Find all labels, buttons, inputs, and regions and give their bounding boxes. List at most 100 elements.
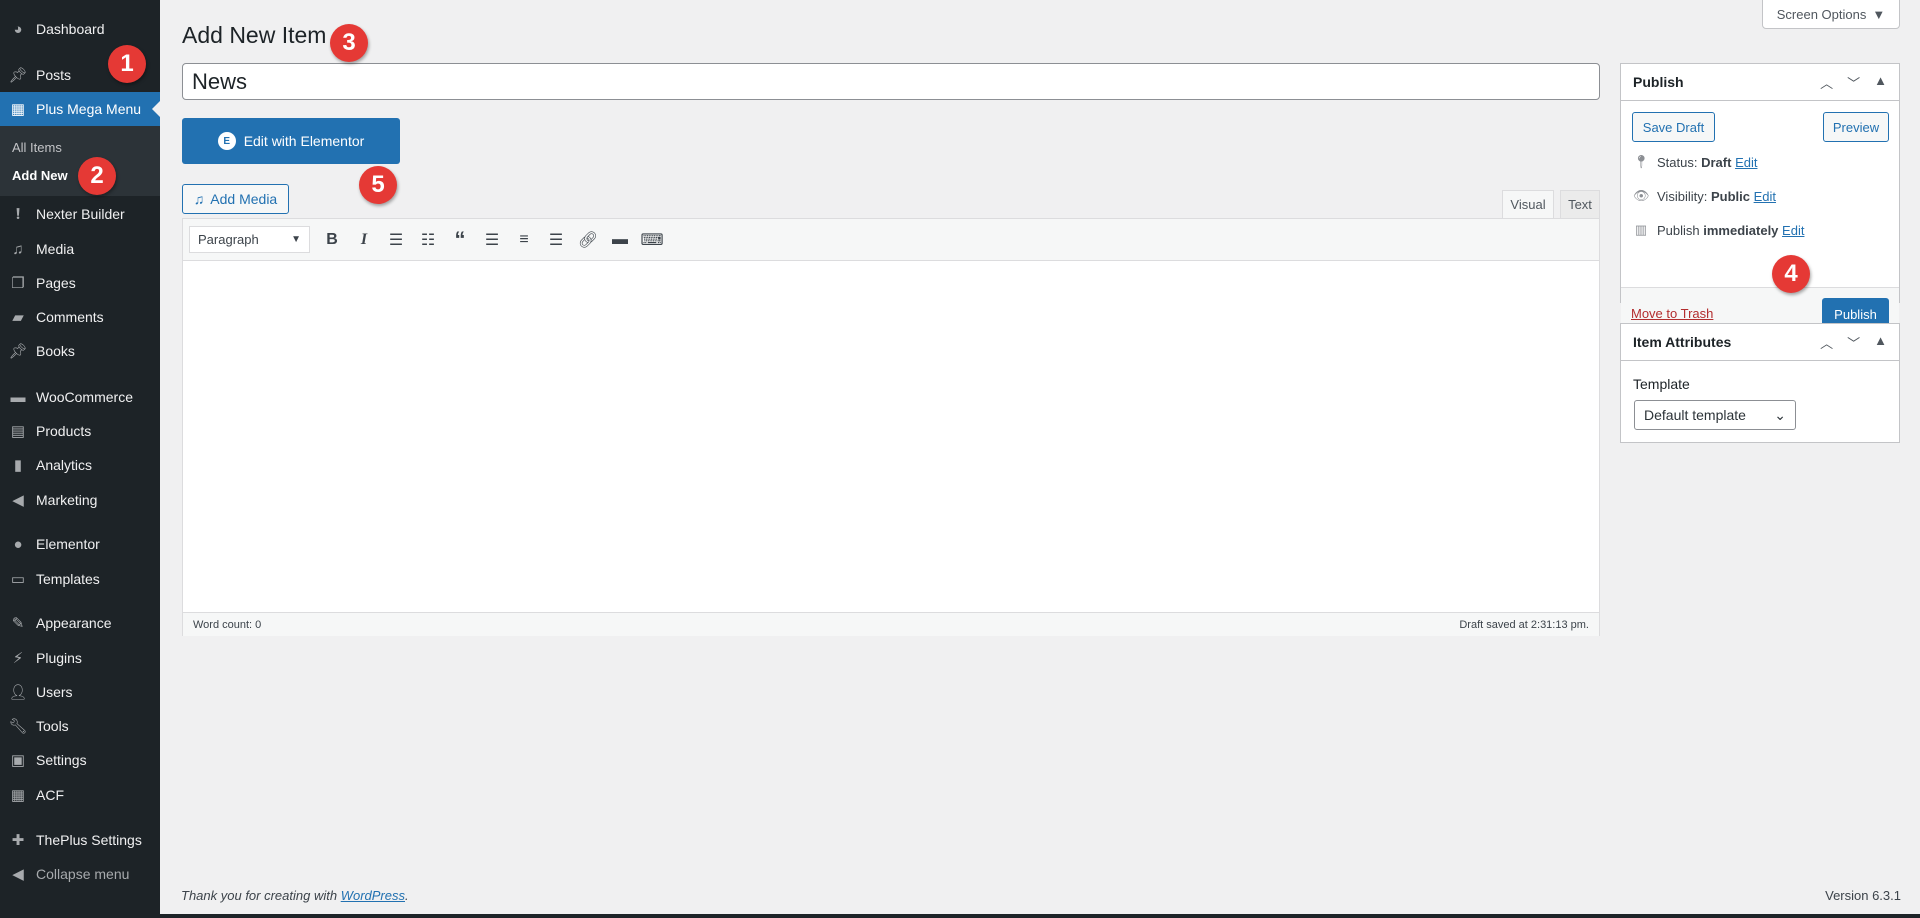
edit-visibility-link[interactable]: Edit (1754, 189, 1776, 204)
toggle-panel-icon[interactable]: ▲ (1874, 73, 1887, 92)
visibility-row: 👁︎ Visibility: Public Edit (1633, 188, 1776, 204)
format-select[interactable]: Paragraph ▼ (189, 226, 310, 253)
sidebar-item-analytics[interactable]: ▮ Analytics (0, 448, 160, 482)
move-down-icon[interactable]: ﹀ (1847, 333, 1860, 352)
collapse-menu-button[interactable]: ◀ Collapse menu (0, 857, 160, 891)
publish-box-title: Publish (1633, 74, 1684, 90)
calendar-icon: ▥ (1634, 222, 1648, 237)
sidebar-item-elementor[interactable]: ● Elementor (0, 527, 160, 561)
sidebar-item-templates[interactable]: ▭ Templates (0, 562, 160, 596)
template-select[interactable]: Default template ⌄ (1634, 400, 1796, 430)
sidebar-item-label: Analytics (36, 457, 93, 473)
pin-icon: 📌︎ (8, 67, 28, 84)
sidebar-item-pages[interactable]: ❐ Pages (0, 266, 160, 300)
media-icon: ♫ (12, 240, 24, 258)
sidebar-item-plus-mega-menu[interactable]: ▦ Plus Mega Menu (0, 92, 160, 126)
preview-button[interactable]: Preview (1823, 112, 1889, 142)
blockquote-icon[interactable]: “ (444, 225, 476, 255)
sidebar-item-label: Media (36, 241, 75, 257)
bold-icon[interactable]: B (316, 225, 348, 255)
elementor-icon: ● (13, 535, 23, 553)
sidebar-item-appearance[interactable]: ✎ Appearance (0, 606, 160, 640)
sidebar-item-books[interactable]: 📌︎ Books (0, 334, 160, 368)
align-left-icon[interactable]: ☰ (476, 225, 508, 255)
screen-options-label: Screen Options (1776, 6, 1867, 22)
edit-status-link[interactable]: Edit (1735, 155, 1757, 170)
visibility-value: Public (1710, 188, 1750, 204)
schedule-value: immediately (1703, 222, 1779, 238)
annotation-badge-3: 3 (330, 24, 368, 62)
sidebar-item-settings[interactable]: ▣ Settings (0, 743, 160, 777)
content-editor: Paragraph ▼ B I ☰ ☷ “ ☰ ≡ ☰ 🔗︎ ▬ ⌨︎ Word … (182, 218, 1600, 636)
dashboard-icon: ◕ (13, 20, 23, 38)
sidebar-item-plugins[interactable]: ⚡︎ Plugins (0, 641, 160, 675)
sidebar-item-nexter-builder[interactable]: ❗︎ Nexter Builder (0, 197, 160, 231)
move-up-icon[interactable]: ︿ (1820, 73, 1833, 92)
user-icon: 👤︎ (8, 684, 28, 701)
megaphone-icon: ◀ (12, 492, 24, 509)
collapse-icon: ◀ (12, 866, 24, 883)
add-media-button[interactable]: ♫ Add Media (182, 184, 289, 214)
align-right-icon[interactable]: ☰ (540, 225, 572, 255)
bullet-list-icon[interactable]: ☰ (380, 225, 412, 255)
footer-version: Version 6.3.1 (1825, 888, 1901, 903)
annotation-badge-2: 2 (78, 157, 116, 195)
tab-text[interactable]: Text (1560, 190, 1600, 219)
annotation-badge-4: 4 (1772, 255, 1810, 293)
screen-options-button[interactable]: Screen Options ▼ (1762, 0, 1900, 29)
sidebar-item-products[interactable]: ▤ Products (0, 414, 160, 448)
comment-icon: ▰ (12, 309, 24, 326)
attributes-box-title: Item Attributes (1633, 334, 1732, 350)
link-icon[interactable]: 🔗︎ (572, 225, 604, 255)
sidebar-item-label: Settings (36, 752, 87, 768)
sidebar-item-label: Books (36, 343, 75, 359)
template-label: Template (1633, 376, 1690, 392)
sidebar-item-label: Marketing (36, 492, 98, 508)
editor-content-area[interactable] (183, 261, 1599, 612)
format-value: Paragraph (198, 232, 259, 247)
sidebar-item-theplus-settings[interactable]: ✚ ThePlus Settings (0, 823, 160, 857)
sidebar-item-label: Nexter Builder (36, 206, 125, 222)
read-more-icon[interactable]: ▬ (604, 225, 636, 255)
submenu-all-items[interactable]: All Items (12, 140, 62, 155)
move-to-trash-link[interactable]: Move to Trash (1631, 306, 1713, 321)
sidebar-item-label: ThePlus Settings (36, 832, 142, 848)
sidebar-item-marketing[interactable]: ◀ Marketing (0, 483, 160, 517)
page-title: Add New Item (182, 22, 327, 48)
move-down-icon[interactable]: ﹀ (1847, 73, 1860, 92)
toggle-panel-icon[interactable]: ▲ (1874, 333, 1887, 352)
bottom-edge (0, 914, 1920, 918)
wordpress-link[interactable]: WordPress (341, 888, 405, 903)
plus-icon: ✚ (11, 832, 25, 849)
footer-thanks-text: Thank you for creating with (181, 888, 341, 903)
move-up-icon[interactable]: ︿ (1820, 333, 1833, 352)
save-draft-button[interactable]: Save Draft (1632, 112, 1715, 142)
numbered-list-icon[interactable]: ☷ (412, 225, 444, 255)
submenu-add-new[interactable]: Add New (12, 168, 68, 183)
edit-schedule-link[interactable]: Edit (1782, 223, 1804, 238)
toolbar-toggle-icon[interactable]: ⌨︎ (636, 225, 668, 255)
table-icon: ▦ (10, 787, 26, 804)
template-value: Default template (1644, 407, 1746, 423)
sidebar-item-label: Comments (36, 309, 104, 325)
title-input[interactable] (182, 63, 1600, 100)
pages-icon: ❐ (11, 275, 25, 292)
edit-with-elementor-button[interactable]: E Edit with Elementor (182, 118, 400, 164)
sidebar-item-users[interactable]: 👤︎ Users (0, 675, 160, 709)
woo-icon: ▬ (10, 388, 26, 406)
sidebar-item-comments[interactable]: ▰ Comments (0, 300, 160, 334)
status-row: 📍︎ Status: Draft Edit (1633, 154, 1757, 170)
sidebar-item-dashboard[interactable]: ◕ Dashboard (0, 12, 160, 46)
tab-visual[interactable]: Visual (1502, 190, 1554, 219)
sidebar-item-woocommerce[interactable]: ▬ WooCommerce (0, 380, 160, 414)
brush-icon: ✎ (11, 615, 25, 632)
sidebar-item-media[interactable]: ♫ Media (0, 232, 160, 266)
editor-toolbar: Paragraph ▼ B I ☰ ☷ “ ☰ ≡ ☰ 🔗︎ ▬ ⌨︎ (183, 219, 1599, 261)
sidebar-item-label: Plugins (36, 650, 82, 666)
align-center-icon[interactable]: ≡ (508, 225, 540, 255)
italic-icon[interactable]: I (348, 225, 380, 255)
elementor-button-label: Edit with Elementor (243, 133, 365, 149)
sliders-icon: ▣ (10, 752, 26, 769)
sidebar-item-tools[interactable]: 🔧︎ Tools (0, 709, 160, 743)
sidebar-item-acf[interactable]: ▦ ACF (0, 778, 160, 812)
